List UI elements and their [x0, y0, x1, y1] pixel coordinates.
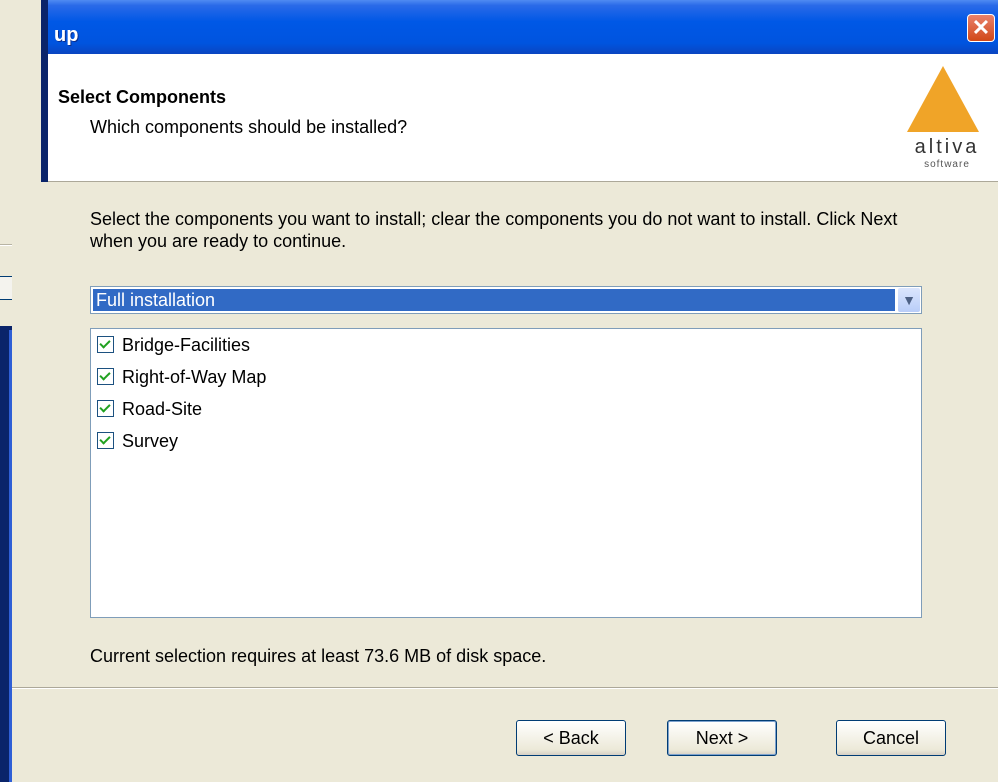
altiva-logo: altiva software	[902, 66, 992, 178]
installation-type-selected: Full installation	[93, 289, 895, 311]
checkbox-checked-icon[interactable]	[97, 335, 114, 353]
wizard-header: Select Components Which components shoul…	[48, 54, 998, 182]
logo-triangle-icon	[907, 66, 979, 132]
component-label: Road-Site	[122, 399, 203, 419]
cancel-button[interactable]: Cancel	[836, 720, 946, 756]
page-title: Select Components	[58, 87, 227, 107]
close-icon[interactable]: ✕	[967, 14, 995, 42]
title-bar[interactable]: up ✕	[48, 0, 998, 54]
component-label: Right-of-Way Map	[122, 367, 267, 387]
disk-space-text: Current selection requires at least 73.6…	[90, 646, 547, 666]
component-item-right-of-way-map[interactable]: Right-of-Way Map	[97, 365, 266, 389]
button-separator	[12, 687, 998, 689]
component-label: Survey	[122, 431, 179, 451]
page-subtitle: Which components should be installed?	[90, 117, 408, 137]
next-button[interactable]: Next >	[667, 720, 777, 756]
component-item-road-site[interactable]: Road-Site	[97, 397, 202, 421]
chevron-down-icon[interactable]: ▼	[898, 288, 920, 312]
window-title: up	[54, 24, 79, 46]
wizard-body: Select the components you want to instal…	[12, 182, 998, 782]
checkbox-checked-icon[interactable]	[97, 367, 114, 385]
component-item-survey[interactable]: Survey	[97, 429, 178, 453]
back-button[interactable]: < Back	[516, 720, 626, 756]
components-list[interactable]: Bridge-Facilities Right-of-Way Map Road-…	[90, 328, 922, 618]
installation-type-dropdown[interactable]: Full installation ▼	[90, 286, 922, 314]
logo-subword: software	[924, 159, 970, 170]
window-frame-left	[0, 330, 9, 782]
instructions-text: Select the components you want to instal…	[90, 209, 898, 251]
component-item-bridge-facilities[interactable]: Bridge-Facilities	[97, 333, 250, 357]
checkbox-checked-icon[interactable]	[97, 431, 114, 449]
logo-word: altiva	[914, 136, 980, 158]
checkbox-checked-icon[interactable]	[97, 399, 114, 417]
component-label: Bridge-Facilities	[122, 335, 251, 355]
setup-window: up ✕ Select Components Which components …	[0, 0, 998, 782]
